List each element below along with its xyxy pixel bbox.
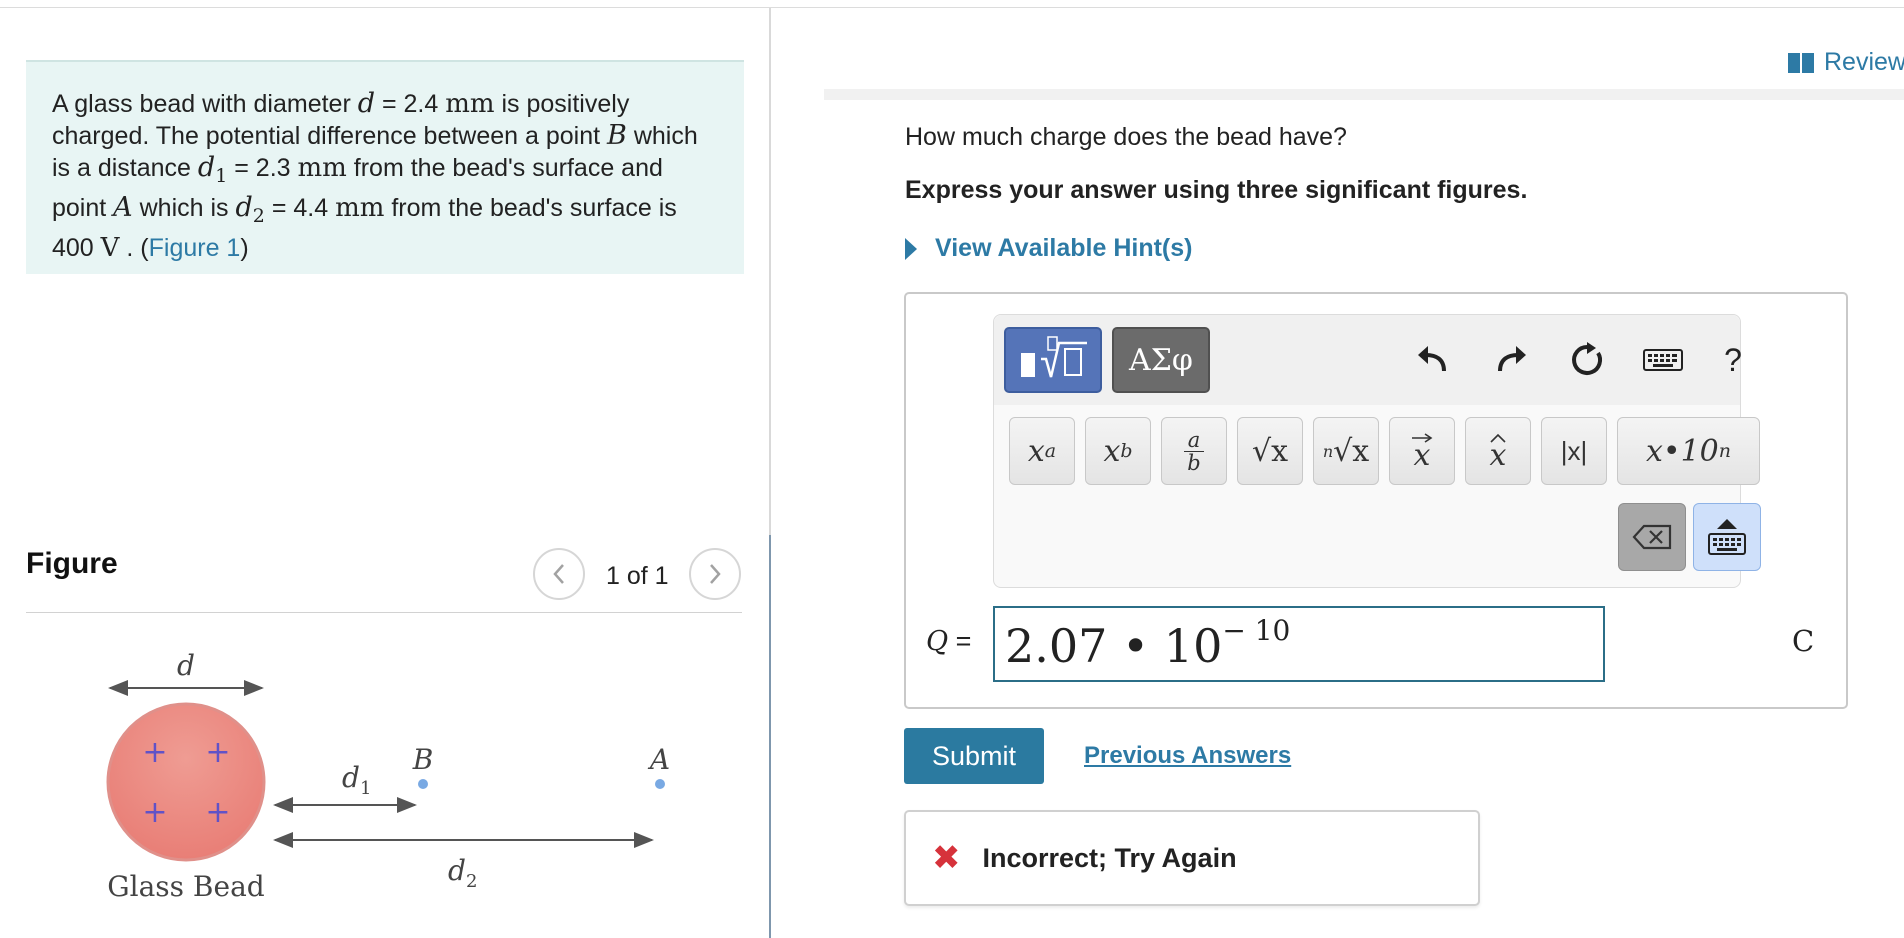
label-d2: d2	[448, 854, 477, 892]
view-hints-label: View Available Hint(s)	[935, 234, 1193, 262]
chevron-left-icon	[553, 564, 564, 584]
label-A: A	[647, 743, 670, 776]
unit-vector-key[interactable]: x	[1465, 417, 1531, 485]
view-hints-toggle[interactable]: View Available Hint(s)	[905, 234, 1192, 263]
keyboard-icon	[1708, 533, 1746, 555]
figure-diagram: d + + + + Glass Bead B A d1 d2	[106, 649, 670, 903]
answer-instruction: Express your answer using three signific…	[905, 176, 1528, 204]
figure-page-count: 1 of 1	[606, 562, 669, 590]
backspace-icon	[1632, 524, 1672, 550]
part-header-band	[824, 89, 1904, 100]
plus-sign: +	[205, 795, 230, 830]
undo-button[interactable]	[1408, 337, 1458, 383]
caret-up-icon	[1717, 519, 1737, 529]
point-A	[655, 779, 665, 789]
figure-rule	[26, 612, 742, 613]
figure-link[interactable]: Figure 1	[149, 234, 241, 262]
nth-root-key[interactable]: n √x	[1313, 417, 1379, 485]
incorrect-icon: ✖	[932, 838, 961, 878]
submit-button[interactable]: Submit	[904, 728, 1044, 784]
square-root-key[interactable]: √x	[1237, 417, 1303, 485]
help-button[interactable]: ?	[1708, 337, 1758, 383]
problem-statement: A glass bead with diameter d = 2.4 mm is…	[26, 60, 744, 274]
previous-answers-link[interactable]: Previous Answers	[1084, 742, 1291, 770]
toolbar-header	[994, 315, 1740, 405]
keyboard-shortcuts-button[interactable]	[1638, 337, 1688, 383]
subscript-key[interactable]: xb	[1085, 417, 1151, 485]
fraction-key[interactable]: a b	[1161, 417, 1227, 485]
feedback-message: ✖ Incorrect; Try Again	[904, 810, 1480, 906]
feedback-text: Incorrect; Try Again	[982, 842, 1237, 873]
absolute-value-key[interactable]: |x|	[1541, 417, 1607, 485]
plus-sign: +	[205, 735, 230, 770]
review-label: Review	[1824, 48, 1904, 76]
review-link[interactable]: Review	[1788, 48, 1904, 77]
figure-prev-button[interactable]	[533, 548, 585, 600]
bead-label: Glass Bead	[107, 870, 264, 903]
top-rule	[0, 7, 1904, 8]
undo-icon	[1418, 346, 1446, 372]
symbols-mode-button[interactable]: ΑΣφ	[1112, 327, 1210, 393]
templates-icon	[1021, 336, 1087, 378]
answer-unit: C	[1792, 624, 1815, 658]
math-toolbar: ΑΣφ ? xa xb a b √x n √x x x |x| x•10 n	[993, 314, 1761, 588]
plus-sign: +	[142, 795, 167, 830]
superscript-key[interactable]: xa	[1009, 417, 1075, 485]
reset-button[interactable]	[1562, 337, 1612, 383]
caret-right-icon	[905, 237, 917, 260]
label-B: B	[412, 743, 434, 776]
plus-sign: +	[142, 735, 167, 770]
redo-icon	[1498, 346, 1526, 372]
figure-next-button[interactable]	[689, 548, 741, 600]
book-icon	[1788, 52, 1814, 73]
keyboard-icon	[1643, 349, 1683, 371]
label-d: d	[177, 649, 195, 682]
pane-divider-handle[interactable]	[769, 535, 771, 938]
point-B	[418, 779, 428, 789]
chevron-right-icon	[710, 564, 721, 584]
templates-mode-button[interactable]	[1004, 327, 1102, 393]
glass-bead	[106, 702, 266, 862]
answer-input[interactable]: 2.07 • 10− 10	[993, 606, 1605, 682]
redo-button[interactable]	[1486, 337, 1536, 383]
scientific-notation-key[interactable]: x•10 n	[1617, 417, 1760, 485]
label-d1: d1	[342, 761, 371, 799]
problem-text: A glass bead with diameter d = 2.4 mm is…	[52, 88, 698, 263]
question-text: How much charge does the bead have?	[905, 123, 1347, 151]
backspace-key[interactable]	[1618, 503, 1686, 571]
figure-title: Figure	[26, 547, 118, 580]
answer-variable-label: Q =	[926, 626, 972, 657]
reset-icon	[1572, 342, 1602, 375]
show-keyboard-key[interactable]	[1693, 503, 1761, 571]
vector-key[interactable]: x	[1389, 417, 1455, 485]
